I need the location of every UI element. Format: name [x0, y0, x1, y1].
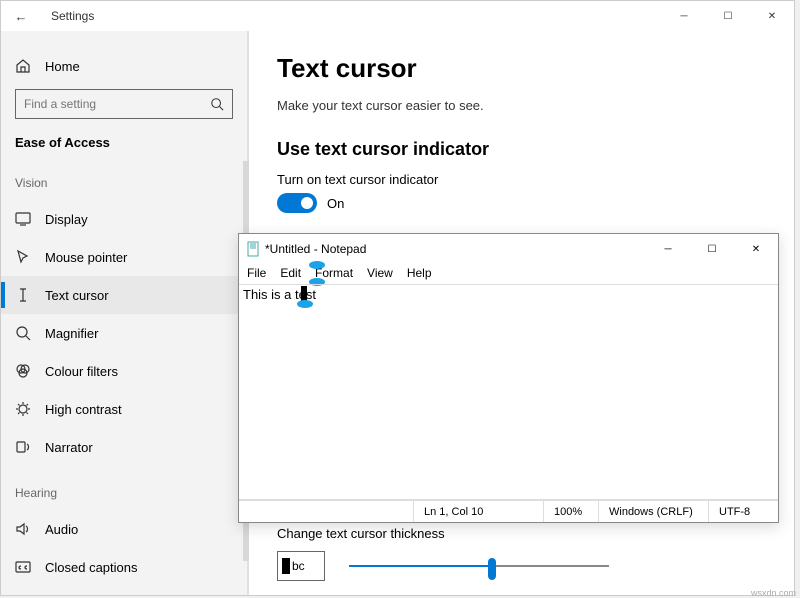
text-cursor-icon — [15, 287, 31, 303]
notepad-close-button[interactable]: ✕ — [734, 234, 778, 264]
notepad-menubar: File Edit Format View Help — [239, 264, 778, 284]
notepad-titlebar[interactable]: *Untitled - Notepad ─ ☐ ✕ — [239, 234, 778, 264]
home-icon — [15, 58, 31, 74]
section-vision: Vision — [1, 170, 247, 200]
closed-captions-icon — [15, 559, 31, 575]
thickness-cursor-bar — [282, 558, 290, 574]
sidebar-item-home[interactable]: Home — [1, 49, 247, 83]
display-icon — [15, 211, 31, 227]
search-icon — [210, 97, 224, 111]
menu-view[interactable]: View — [367, 266, 393, 280]
sidebar-item-audio[interactable]: Audio — [1, 510, 247, 548]
back-button[interactable]: ← — [1, 9, 41, 24]
colour-filters-icon — [15, 363, 31, 379]
text-cursor-with-indicator — [301, 285, 323, 330]
sidebar-item-text-cursor[interactable]: Text cursor — [1, 276, 247, 314]
category-title: Ease of Access — [1, 129, 247, 170]
search-field[interactable] — [24, 97, 210, 111]
watermark: wsxdn.com — [751, 588, 796, 598]
sidebar-item-closed-captions[interactable]: Closed captions — [1, 548, 247, 586]
toggle-state: On — [327, 196, 344, 211]
settings-titlebar: ← Settings ─ ☐ ✕ — [1, 1, 794, 31]
menu-format[interactable]: Format — [315, 266, 353, 280]
notepad-window: *Untitled - Notepad ─ ☐ ✕ File Edit Form… — [238, 233, 779, 523]
settings-app-title: Settings — [41, 9, 94, 23]
slider-thumb[interactable] — [488, 558, 496, 580]
thickness-slider[interactable] — [349, 556, 609, 576]
indicator-label: Turn on text cursor indicator — [277, 172, 766, 187]
notepad-minimize-button[interactable]: ─ — [646, 234, 690, 264]
mouse-pointer-icon — [15, 249, 31, 265]
notepad-maximize-button[interactable]: ☐ — [690, 234, 734, 264]
settings-sidebar: Home Ease of Access Vision Display Mouse… — [1, 31, 249, 595]
notepad-icon — [245, 241, 261, 257]
search-input[interactable] — [15, 89, 233, 119]
indicator-heading: Use text cursor indicator — [277, 139, 766, 160]
high-contrast-icon — [15, 401, 31, 417]
indicator-toggle[interactable] — [277, 193, 317, 213]
menu-file[interactable]: File — [247, 266, 266, 280]
sidebar-item-high-contrast[interactable]: High contrast — [1, 390, 247, 428]
menu-help[interactable]: Help — [407, 266, 432, 280]
page-title: Text cursor — [277, 53, 766, 84]
sidebar-item-magnifier[interactable]: Magnifier — [1, 314, 247, 352]
sidebar-item-display[interactable]: Display — [1, 200, 247, 238]
status-zoom: 100% — [543, 501, 598, 522]
status-eol: Windows (CRLF) — [598, 501, 708, 522]
thickness-preview: bc — [277, 551, 325, 581]
home-label: Home — [45, 59, 80, 74]
sidebar-item-mouse-pointer[interactable]: Mouse pointer — [1, 238, 247, 276]
narrator-icon — [15, 439, 31, 455]
text-cursor-indicator — [309, 264, 325, 286]
status-encoding: UTF-8 — [708, 501, 778, 522]
maximize-button[interactable]: ☐ — [706, 1, 750, 31]
status-position: Ln 1, Col 10 — [413, 501, 543, 522]
menu-edit[interactable]: Edit — [280, 266, 301, 280]
notepad-title: *Untitled - Notepad — [265, 242, 366, 256]
notepad-statusbar: Ln 1, Col 10 100% Windows (CRLF) UTF-8 — [239, 500, 778, 522]
close-button[interactable]: ✕ — [750, 1, 794, 31]
audio-icon — [15, 521, 31, 537]
page-subtitle: Make your text cursor easier to see. — [277, 98, 766, 113]
thickness-heading: Change text cursor thickness — [277, 526, 766, 541]
minimize-button[interactable]: ─ — [662, 1, 706, 31]
magnifier-icon — [15, 325, 31, 341]
section-hearing: Hearing — [1, 480, 247, 510]
sidebar-item-narrator[interactable]: Narrator — [1, 428, 247, 466]
sidebar-item-colour-filters[interactable]: Colour filters — [1, 352, 247, 390]
notepad-text-area[interactable]: This is a test — [239, 284, 778, 500]
